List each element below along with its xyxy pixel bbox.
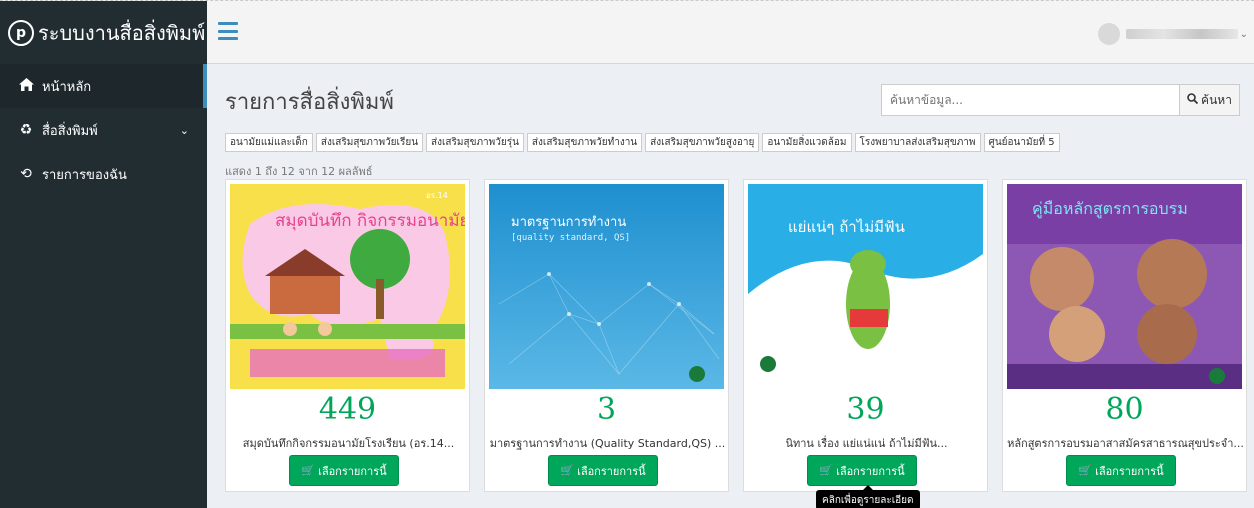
- search-icon: [1187, 93, 1199, 107]
- search-button[interactable]: ค้นหา: [1180, 84, 1240, 116]
- search-bar: ค้นหา: [881, 84, 1240, 116]
- cover-image[interactable]: แย่แน่ๆ ถ้าไม่มีฟัน: [748, 184, 983, 389]
- cover-title: แย่แน่ๆ ถ้าไม่มีฟัน: [788, 218, 905, 236]
- cover-title: คู่มือหลักสูตรการอบรม: [1032, 199, 1188, 219]
- filter-chip[interactable]: ส่งเสริมสุขภาพวัยสูงอายุ: [645, 133, 760, 152]
- cover-image[interactable]: คู่มือหลักสูตรการอบรม: [1007, 184, 1242, 389]
- page-title: รายการสื่อสิ่งพิมพ์: [225, 90, 394, 115]
- user-menu[interactable]: ⌄: [1097, 23, 1248, 45]
- recycle-icon: ♻: [19, 122, 33, 138]
- card-grid: สมุดบันทึก กิจกรรมอนามัยโรงเรียน อร.14 4…: [225, 179, 1254, 492]
- cover-tag: อร.14: [426, 191, 448, 200]
- publication-card: คู่มือหลักสูตรการอบรม 80 หลักสูตรการอบรม…: [1002, 179, 1247, 492]
- sidebar-item-label: สื่อสิ่งพิมพ์: [42, 123, 98, 139]
- top-navbar: p ระบบงานสื่อสิ่งพิมพ์ ⌄: [0, 0, 1254, 65]
- view-count: 80: [1105, 392, 1144, 427]
- result-info: แสดง 1 ถึง 12 จาก 12 ผลลัพธ์: [225, 165, 373, 178]
- shopping-cart-icon: 🛒: [560, 464, 575, 477]
- avatar: [1097, 23, 1120, 45]
- chevron-down-icon: ⌄: [1239, 28, 1248, 40]
- filter-chip[interactable]: ศูนย์อนามัยที่ 5: [983, 133, 1060, 152]
- filter-chip[interactable]: อนามัยแม่และเด็ก: [225, 133, 313, 152]
- select-item-button[interactable]: 🛒 เลือกรายการนี้: [548, 455, 658, 486]
- cover-image[interactable]: มาตรฐานการทำงาน [quality standard, QS]: [489, 184, 724, 389]
- brand-name: ระบบงานสื่อสิ่งพิมพ์: [38, 21, 206, 45]
- brand-logo: p: [8, 20, 34, 46]
- shopping-cart-icon: 🛒: [819, 464, 834, 477]
- publication-card: สมุดบันทึก กิจกรรมอนามัยโรงเรียน อร.14 4…: [225, 179, 470, 492]
- shopping-cart-icon: 🛒: [301, 464, 316, 477]
- category-filters: อนามัยแม่และเด็ก ส่งเสริมสุขภาพวัยเรียน …: [225, 133, 1063, 152]
- shopping-cart-icon: 🛒: [1078, 464, 1093, 477]
- main-content: รายการสื่อสิ่งพิมพ์ ค้นหา อนามัยแม่และเด…: [207, 64, 1254, 508]
- chevron-down-icon: ⌄: [179, 123, 189, 137]
- card-title[interactable]: หลักสูตรการอบรมอาสาสมัครสาธารณสุขประจำ..…: [1007, 434, 1244, 452]
- publication-card: แย่แน่ๆ ถ้าไม่มีฟัน 39 นิทาน เรื่อง แย่แ…: [743, 179, 988, 492]
- cover-title: สมุดบันทึก กิจกรรมอนามัยโรงเรียน: [275, 210, 465, 231]
- publication-card: มาตรฐานการทำงาน [quality standard, QS] 3…: [484, 179, 729, 492]
- cover-title: มาตรฐานการทำงาน: [511, 215, 626, 230]
- filter-chip[interactable]: ส่งเสริมสุขภาพวัยเรียน: [315, 133, 424, 152]
- brand[interactable]: p ระบบงานสื่อสิ่งพิมพ์: [0, 1, 207, 65]
- cover-subtitle: [quality standard, QS]: [511, 233, 630, 243]
- history-icon: ⟲: [20, 166, 32, 182]
- filter-chip[interactable]: ส่งเสริมสุขภาพวัยทำงาน: [526, 133, 643, 152]
- sidebar-item-label: รายการของฉัน: [42, 167, 127, 183]
- filter-chip[interactable]: ส่งเสริมสุขภาพวัยรุ่น: [426, 133, 524, 152]
- filter-chip[interactable]: โรงพยาบาลส่งเสริมสุขภาพ: [854, 133, 981, 152]
- sidebar-item-home[interactable]: หน้าหลัก: [0, 64, 207, 108]
- card-title[interactable]: มาตรฐานการทำงาน (Quality Standard,QS) ..…: [489, 434, 726, 452]
- home-icon: [16, 77, 36, 95]
- select-item-button[interactable]: 🛒 เลือกรายการนี้: [807, 455, 917, 486]
- user-name-blurred: [1125, 29, 1238, 39]
- sidebar: หน้าหลัก ♻ สื่อสิ่งพิมพ์ ⌄ ⟲ รายการของฉั…: [0, 64, 207, 508]
- view-count: 3: [596, 392, 617, 427]
- view-count: 39: [846, 392, 885, 427]
- sidebar-toggle-icon[interactable]: [218, 22, 238, 40]
- cover-image[interactable]: สมุดบันทึก กิจกรรมอนามัยโรงเรียน อร.14: [230, 184, 465, 389]
- sidebar-item-publications[interactable]: ♻ สื่อสิ่งพิมพ์ ⌄: [0, 108, 207, 152]
- filter-chip[interactable]: อนามัยสิ่งแวดล้อม: [762, 133, 852, 152]
- sidebar-item-label: หน้าหลัก: [42, 79, 92, 95]
- card-title[interactable]: นิทาน เรื่อง แย่แน่แน่ ถ้าไม่มีฟัน...: [748, 434, 985, 452]
- tooltip: คลิกเพื่อดูรายละเอียด: [816, 485, 920, 508]
- search-input[interactable]: [881, 84, 1180, 116]
- sidebar-item-my-list[interactable]: ⟲ รายการของฉัน: [0, 152, 207, 196]
- select-item-button[interactable]: 🛒 เลือกรายการนี้: [1066, 455, 1176, 486]
- view-count: 449: [318, 392, 377, 427]
- select-item-button[interactable]: 🛒 เลือกรายการนี้: [289, 455, 399, 486]
- card-title[interactable]: สมุดบันทึกกิจกรรมอนามัยโรงเรียน (อร.14..…: [230, 434, 467, 452]
